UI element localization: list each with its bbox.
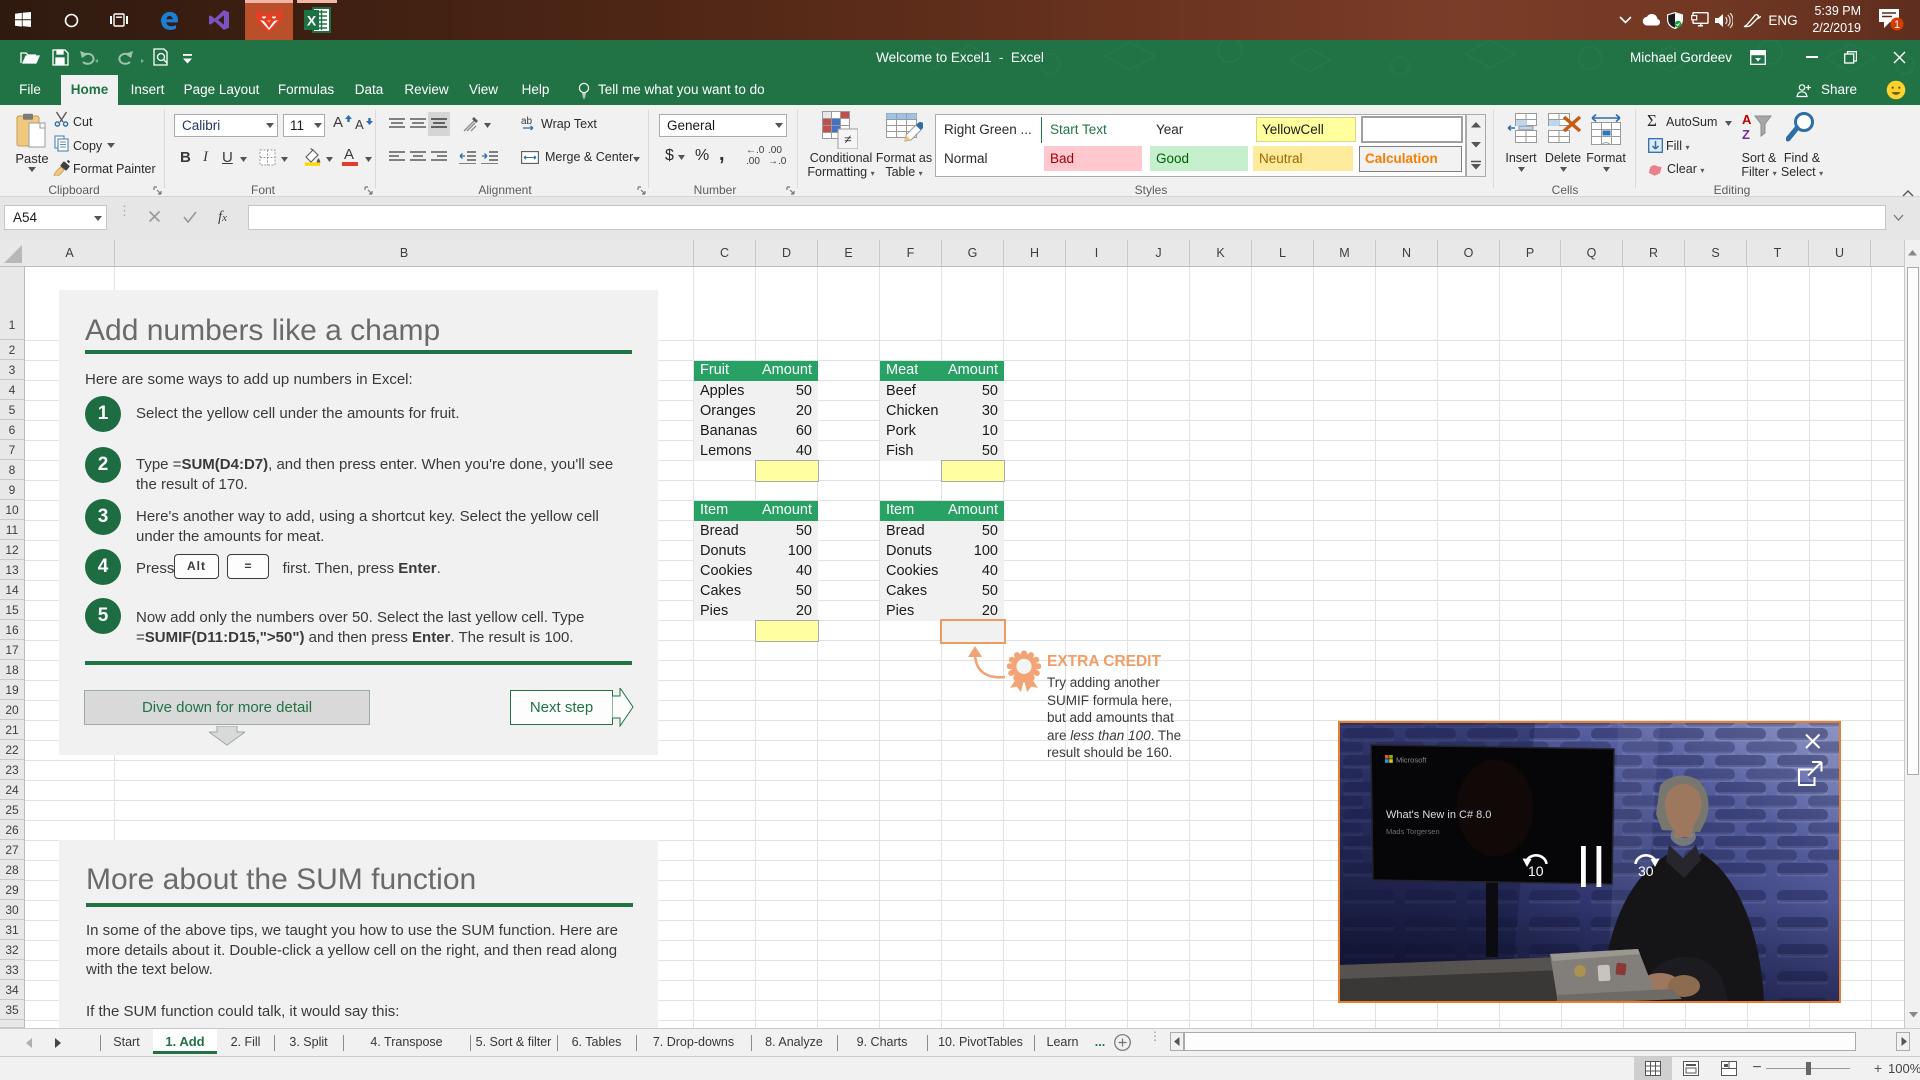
svg-text:What's New in C# 8.0: What's New in C# 8.0 <box>1386 809 1491 821</box>
svg-text:10: 10 <box>1528 863 1544 879</box>
svg-text:≠: ≠ <box>844 133 852 148</box>
svg-text:A: A <box>1742 112 1752 127</box>
svg-text:Microsoft: Microsoft <box>1396 755 1427 764</box>
svg-text:1: 1 <box>1894 19 1900 31</box>
svg-text:30: 30 <box>1638 863 1654 879</box>
svg-text:ab: ab <box>521 116 533 127</box>
svg-text:Z: Z <box>1742 127 1750 142</box>
svg-text:X: X <box>306 13 316 29</box>
svg-text:Mads Torgersen: Mads Torgersen <box>1386 827 1440 836</box>
